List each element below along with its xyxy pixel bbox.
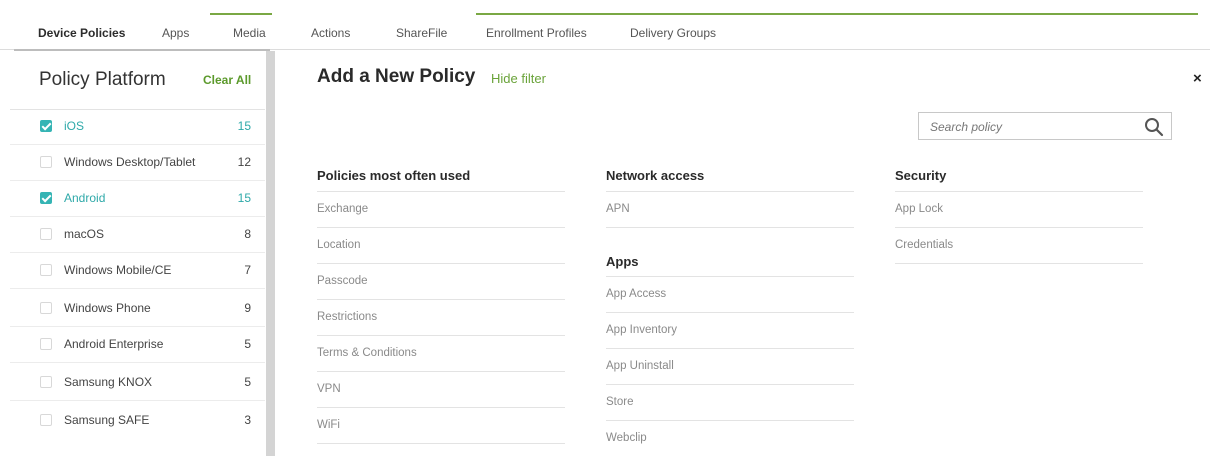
tab-apps[interactable]: Apps <box>162 0 189 50</box>
close-icon[interactable]: × <box>1193 70 1202 87</box>
platform-count: 3 <box>244 413 251 427</box>
platform-count: 7 <box>244 263 251 277</box>
checkbox-windows-phone[interactable] <box>40 302 52 314</box>
platform-count: 8 <box>244 227 251 241</box>
sidebar-scrollbar[interactable] <box>266 51 275 456</box>
tab-media[interactable]: Media <box>233 0 266 50</box>
checkbox-windows-mobile-ce[interactable] <box>40 264 52 276</box>
platform-label: Windows Desktop/Tablet <box>64 155 196 169</box>
policy-item-exchange[interactable]: Exchange <box>317 192 565 228</box>
top-tab-bar: Device Policies Apps Media Actions Share… <box>0 0 1210 50</box>
policy-item-vpn[interactable]: VPN <box>317 372 565 408</box>
platform-count: 15 <box>237 119 251 133</box>
hide-filter-link[interactable]: Hide filter <box>491 71 546 86</box>
checkbox-windows-desktop-tablet[interactable] <box>40 156 52 168</box>
platform-label: Samsung SAFE <box>64 413 150 427</box>
platform-count: 5 <box>244 375 251 389</box>
platform-samsung-knox[interactable]: Samsung KNOX 5 <box>10 365 265 401</box>
tab-sharefile[interactable]: ShareFile <box>396 0 447 50</box>
tab-actions[interactable]: Actions <box>311 0 350 50</box>
platform-count: 15 <box>237 191 251 205</box>
policies-most-used-section: Policies most often used Exchange Locati… <box>317 160 572 456</box>
tab-enrollment-profiles[interactable]: Enrollment Profiles <box>486 0 587 50</box>
page-title: Add a New Policy <box>317 66 476 87</box>
platform-count: 12 <box>237 155 251 169</box>
platform-count: 5 <box>244 337 251 351</box>
policy-platform-sidebar: Policy Platform Clear All iOS 15 Windows… <box>10 51 265 456</box>
tab-device-policies[interactable]: Device Policies <box>38 0 125 50</box>
policy-item-apn[interactable]: APN <box>606 192 854 228</box>
policy-item-store[interactable]: Store <box>606 385 854 421</box>
network-apps-section: Network access APN Apps App Access App I… <box>606 160 861 456</box>
platform-ios[interactable]: iOS 15 <box>10 109 265 145</box>
section-heading: Security <box>895 168 947 183</box>
policy-item-app-lock[interactable]: App Lock <box>895 192 1143 228</box>
policy-item-wifi[interactable]: WiFi <box>317 408 565 444</box>
policy-item-app-inventory[interactable]: App Inventory <box>606 313 854 349</box>
search-policy-input[interactable]: Search policy <box>918 112 1172 140</box>
policy-item-app-access[interactable]: App Access <box>606 277 854 313</box>
policy-item-webclip[interactable]: Webclip <box>606 421 854 457</box>
platform-label: macOS <box>64 227 105 241</box>
platform-windows-phone[interactable]: Windows Phone 9 <box>10 291 265 327</box>
platform-windows-mobile-ce[interactable]: Windows Mobile/CE 7 <box>10 253 265 289</box>
checkbox-samsung-knox[interactable] <box>40 376 52 388</box>
platform-android-enterprise[interactable]: Android Enterprise 5 <box>10 327 265 363</box>
section-heading: Policies most often used <box>317 168 471 183</box>
platform-label: Android <box>64 191 106 205</box>
section-heading: Network access <box>606 168 705 183</box>
platform-label: Windows Phone <box>64 301 151 315</box>
checkbox-android-enterprise[interactable] <box>40 338 52 350</box>
platform-macos[interactable]: macOS 8 <box>10 217 265 253</box>
platform-label: Android Enterprise <box>64 337 164 351</box>
security-section: Security App Lock Credentials <box>895 160 1150 280</box>
sidebar-title: Policy Platform <box>39 69 166 90</box>
platform-label: Samsung KNOX <box>64 375 153 389</box>
platform-windows-desktop-tablet[interactable]: Windows Desktop/Tablet 12 <box>10 145 265 181</box>
policy-item-credentials[interactable]: Credentials <box>895 228 1143 264</box>
policy-item-app-uninstall[interactable]: App Uninstall <box>606 349 854 385</box>
checkbox-ios[interactable] <box>40 120 52 132</box>
platform-count: 9 <box>244 301 251 315</box>
platform-label: iOS <box>64 119 85 133</box>
section-heading: Apps <box>606 254 639 269</box>
search-placeholder: Search policy <box>930 120 1003 134</box>
search-icon[interactable] <box>1143 116 1165 138</box>
platform-label: Windows Mobile/CE <box>64 263 172 277</box>
policy-item-location[interactable]: Location <box>317 228 565 264</box>
checkbox-samsung-safe[interactable] <box>40 414 52 426</box>
policy-item-terms-conditions[interactable]: Terms & Conditions <box>317 336 565 372</box>
policy-item-restrictions[interactable]: Restrictions <box>317 300 565 336</box>
platform-samsung-safe[interactable]: Samsung SAFE 3 <box>10 403 265 439</box>
tab-delivery-groups[interactable]: Delivery Groups <box>630 0 716 50</box>
platform-android[interactable]: Android 15 <box>10 181 265 217</box>
checkbox-android[interactable] <box>40 192 52 204</box>
policy-item-passcode[interactable]: Passcode <box>317 264 565 300</box>
sidebar-header: Policy Platform Clear All <box>10 51 265 110</box>
checkbox-macos[interactable] <box>40 228 52 240</box>
clear-all-link[interactable]: Clear All <box>203 73 251 87</box>
